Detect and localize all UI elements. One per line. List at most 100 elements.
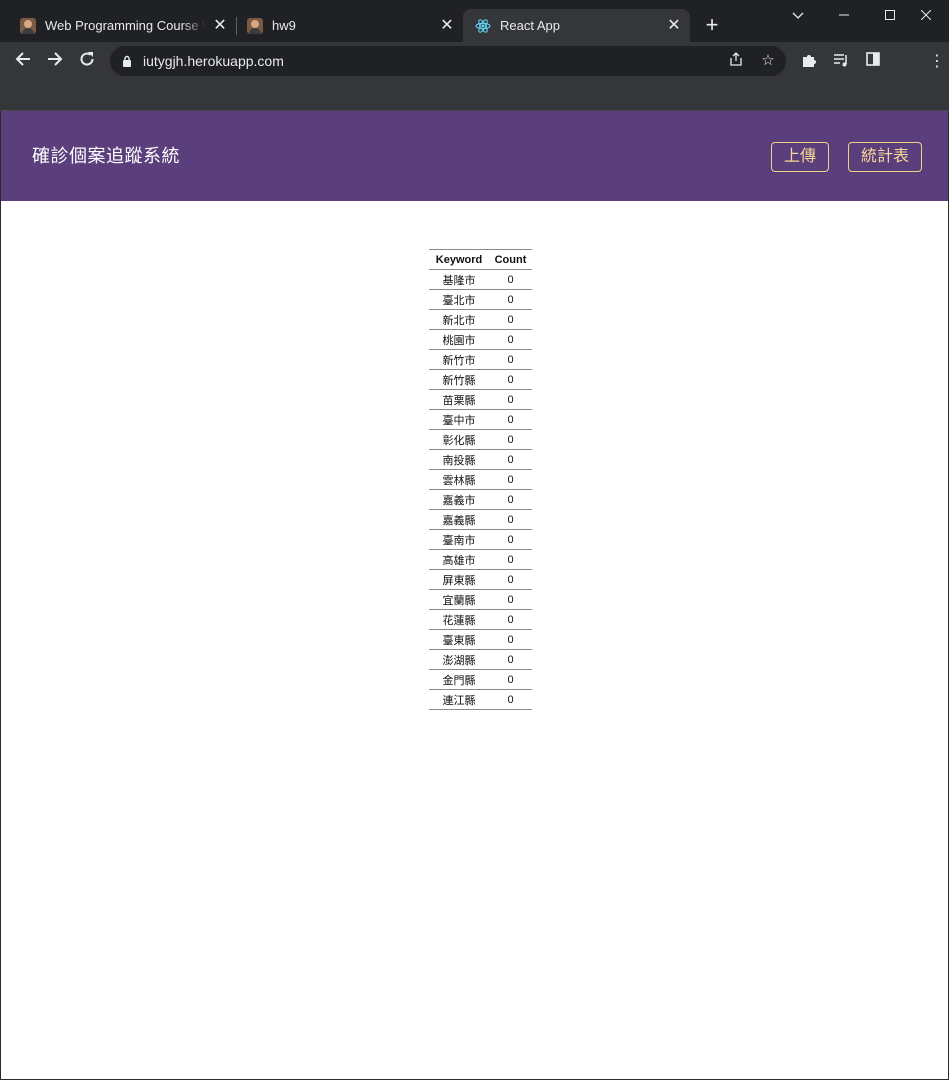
table-row: 彰化縣 0 — [429, 429, 532, 450]
tab-title: Web Programming Course Website — [45, 18, 206, 33]
keyword-column-header: Keyword — [429, 249, 489, 270]
back-icon[interactable] — [11, 50, 35, 74]
count-cell: 0 — [489, 389, 532, 410]
count-cell: 0 — [489, 549, 532, 570]
count-cell: 0 — [489, 469, 532, 490]
table-row: 嘉義縣 0 — [429, 509, 532, 530]
count-cell: 0 — [489, 369, 532, 390]
keyword-cell: 桃園市 — [429, 329, 489, 350]
count-cell: 0 — [489, 589, 532, 610]
extensions-puzzle-icon[interactable] — [799, 52, 819, 72]
kebab-menu-icon[interactable]: ⋮ — [927, 52, 947, 72]
count-cell: 0 — [489, 289, 532, 310]
count-cell: 0 — [489, 309, 532, 330]
address-bar[interactable]: iutygjh.herokuapp.com ☆ — [110, 46, 786, 76]
count-cell: 0 — [489, 429, 532, 450]
app-header: 確診個案追蹤系統 上傳 統計表 — [1, 111, 948, 201]
stats-table-button[interactable]: 統計表 — [848, 142, 922, 172]
person-photo-icon — [247, 17, 263, 34]
table-row: 南投縣 0 — [429, 449, 532, 470]
keyword-cell: 新北市 — [429, 309, 489, 330]
keyword-cell: 嘉義市 — [429, 489, 489, 510]
url-text: iutygjh.herokuapp.com — [143, 53, 284, 69]
keyword-cell: 澎湖縣 — [429, 649, 489, 670]
forward-icon[interactable] — [43, 50, 67, 74]
close-tab-icon[interactable]: ✕ — [666, 17, 682, 34]
table-row: 桃園市 0 — [429, 329, 532, 350]
keyword-cell: 嘉義縣 — [429, 509, 489, 530]
count-cell: 0 — [489, 349, 532, 370]
count-cell: 0 — [489, 509, 532, 530]
count-cell: 0 — [489, 409, 532, 430]
reload-icon[interactable] — [75, 50, 99, 74]
tab-strip: Web Programming Course Website ✕ hw9 ✕ R… — [0, 0, 949, 42]
keyword-cell: 高雄市 — [429, 549, 489, 570]
tab-title: React App — [500, 18, 560, 33]
keyword-cell: 屏東縣 — [429, 569, 489, 590]
table-row: 新竹縣 0 — [429, 369, 532, 390]
count-cell: 0 — [489, 569, 532, 590]
close-window-icon[interactable] — [903, 0, 949, 30]
table-row: 新竹市 0 — [429, 349, 532, 370]
count-cell: 0 — [489, 529, 532, 550]
tab-title: hw9 — [272, 18, 296, 33]
table-row: 金門縣 0 — [429, 669, 532, 690]
side-panel-icon[interactable] — [863, 52, 883, 72]
count-cell: 0 — [489, 489, 532, 510]
lock-icon[interactable] — [122, 54, 132, 67]
keyword-cell: 金門縣 — [429, 669, 489, 690]
keyword-count-table: Keyword Count 基隆市 0 臺北市 0 新北市 0 桃園市 0 新竹市 0 新竹縣 0 苗栗… — [429, 249, 532, 710]
keyword-cell: 基隆市 — [429, 269, 489, 290]
table-row: 苗栗縣 0 — [429, 389, 532, 410]
keyword-cell: 新竹縣 — [429, 369, 489, 390]
keyword-cell: 南投縣 — [429, 449, 489, 470]
keyword-cell: 雲林縣 — [429, 469, 489, 490]
table-row: 臺東縣 0 — [429, 629, 532, 650]
keyword-cell: 花蓮縣 — [429, 609, 489, 630]
table-row: 連江縣 0 — [429, 689, 532, 710]
count-cell: 0 — [489, 329, 532, 350]
tab-hw9[interactable]: hw9 ✕ — [239, 9, 461, 42]
tab-web-programming[interactable]: Web Programming Course Website ✕ — [12, 9, 234, 42]
keyword-cell: 連江縣 — [429, 689, 489, 710]
close-tab-icon[interactable]: ✕ — [212, 17, 228, 34]
share-icon[interactable] — [726, 51, 746, 71]
table-header-row: Keyword Count — [429, 249, 532, 270]
table-row: 臺北市 0 — [429, 289, 532, 310]
tab-react-app[interactable]: React App ✕ — [463, 9, 690, 42]
table-row: 臺中市 0 — [429, 409, 532, 430]
table-row: 屏東縣 0 — [429, 569, 532, 590]
page-viewport: 確診個案追蹤系統 上傳 統計表 Keyword Count 基隆市 0 臺北市 0 新北… — [0, 111, 949, 1080]
count-cell: 0 — [489, 269, 532, 290]
keyword-cell: 宜蘭縣 — [429, 589, 489, 610]
table-body: 基隆市 0 臺北市 0 新北市 0 桃園市 0 新竹市 0 新竹縣 0 苗栗縣 0 臺中市 0 彰化縣 0 南投縣 0… — [429, 269, 532, 710]
new-tab-button[interactable]: + — [701, 14, 723, 36]
table-row: 新北市 0 — [429, 309, 532, 330]
app-title: 確診個案追蹤系統 — [32, 146, 180, 166]
count-cell: 0 — [489, 649, 532, 670]
table-row: 基隆市 0 — [429, 269, 532, 290]
table-row: 花蓮縣 0 — [429, 609, 532, 630]
table-row: 宜蘭縣 0 — [429, 589, 532, 610]
table-row: 澎湖縣 0 — [429, 649, 532, 670]
react-logo-icon — [475, 18, 491, 34]
media-playlist-icon[interactable] — [831, 52, 851, 72]
close-tab-icon[interactable]: ✕ — [439, 17, 455, 34]
keyword-cell: 苗栗縣 — [429, 389, 489, 410]
count-cell: 0 — [489, 629, 532, 650]
count-cell: 0 — [489, 689, 532, 710]
keyword-cell: 臺中市 — [429, 409, 489, 430]
count-column-header: Count — [489, 249, 532, 270]
upload-button[interactable]: 上傳 — [771, 142, 829, 172]
keyword-cell: 臺北市 — [429, 289, 489, 310]
tab-search-icon[interactable] — [775, 0, 821, 30]
tab-separator — [236, 17, 237, 35]
table-row: 高雄市 0 — [429, 549, 532, 570]
count-cell: 0 — [489, 449, 532, 470]
count-cell: 0 — [489, 669, 532, 690]
bookmark-star-icon[interactable]: ☆ — [758, 51, 778, 71]
minimize-icon[interactable] — [821, 0, 867, 30]
person-photo-icon — [20, 17, 36, 34]
keyword-cell: 新竹市 — [429, 349, 489, 370]
keyword-cell: 彰化縣 — [429, 429, 489, 450]
